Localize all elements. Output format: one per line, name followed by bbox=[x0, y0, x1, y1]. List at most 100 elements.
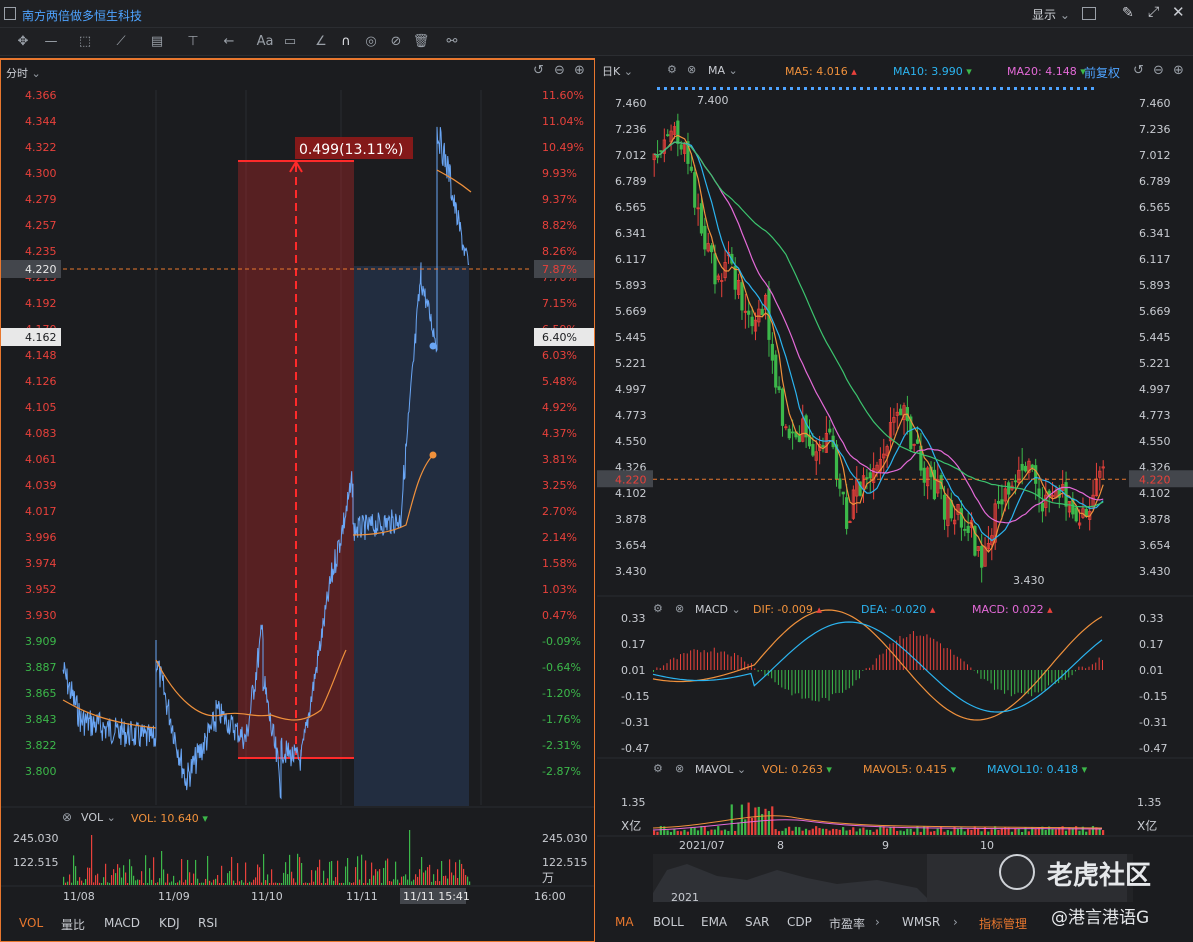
candle-body bbox=[1040, 502, 1045, 512]
marker-dot bbox=[699, 87, 702, 90]
pen-icon[interactable]: ✎ bbox=[1122, 5, 1134, 21]
candle-body bbox=[740, 282, 744, 311]
candle-body bbox=[922, 467, 926, 483]
vol-bar bbox=[349, 882, 351, 885]
macd-bar bbox=[737, 655, 739, 670]
candle-body bbox=[791, 431, 795, 434]
vol-indicator[interactable]: VOL ⌄ bbox=[81, 811, 116, 824]
level-tool-icon[interactable]: ⊤ bbox=[184, 33, 202, 51]
price-tick-label: 3.843 bbox=[25, 713, 57, 726]
vol-bar bbox=[105, 863, 107, 885]
eye-icon[interactable]: ◎ bbox=[362, 33, 380, 51]
window-icon[interactable] bbox=[4, 7, 16, 20]
tab-volume-ratio[interactable]: 量比 bbox=[61, 916, 85, 933]
mavol-bar bbox=[862, 827, 865, 835]
mavol-bar bbox=[683, 829, 686, 835]
price-tick-label: 7.236 bbox=[1139, 123, 1171, 136]
close-icon[interactable]: ✕ bbox=[1172, 3, 1185, 21]
text-tool-icon[interactable]: Aa bbox=[256, 33, 274, 51]
vol-bar bbox=[411, 881, 413, 885]
display-menu[interactable]: 显示 ⌄ bbox=[1032, 6, 1070, 23]
move-icon[interactable]: ✥ bbox=[14, 33, 32, 51]
vol-bar bbox=[293, 878, 295, 885]
expand-icon[interactable]: ⤢ bbox=[1148, 4, 1159, 20]
macd-close-icon[interactable]: ⊗ bbox=[675, 602, 684, 615]
vol-bar bbox=[219, 882, 221, 885]
vol-bar bbox=[207, 855, 209, 885]
macd-bar bbox=[831, 670, 833, 695]
mavol-bar bbox=[734, 830, 737, 835]
macd-bar bbox=[983, 670, 985, 680]
tab-cdp[interactable]: CDP bbox=[787, 915, 812, 929]
hide-icon[interactable]: ⊘ bbox=[387, 33, 405, 51]
pct-tick-label: 0.47% bbox=[542, 609, 577, 622]
date-label: 16:00 bbox=[534, 890, 566, 903]
candle-body bbox=[828, 428, 832, 433]
comment-tool-icon[interactable]: ▭ bbox=[281, 33, 299, 51]
candle-body bbox=[1030, 464, 1034, 469]
rect-tool-icon[interactable]: ⬚ bbox=[76, 33, 94, 51]
link-icon[interactable]: ⚯ bbox=[443, 33, 461, 51]
tab-ma[interactable]: MA bbox=[615, 915, 634, 929]
marker-dot bbox=[762, 87, 765, 90]
marker-dot bbox=[853, 87, 856, 90]
daily-chart[interactable]: 7.460 7.460 7.236 7.236 7.012 7.012 6.789 6.789… bbox=[597, 58, 1193, 942]
mavol-bar bbox=[899, 830, 902, 835]
tab-vol[interactable]: VOL bbox=[19, 916, 43, 930]
vol-bar bbox=[451, 872, 453, 885]
ruler-icon[interactable]: ∠ bbox=[312, 33, 330, 51]
intraday-chart[interactable]: 4.366 11.60% 4.344 11.04% 4.322 10.49% 4.300 9.… bbox=[1, 60, 594, 942]
macd-bar bbox=[990, 670, 992, 684]
macd-text: MACD: 0.022 bbox=[972, 603, 1044, 616]
tab-rsi[interactable]: RSI bbox=[198, 916, 218, 930]
macd-bar bbox=[1031, 670, 1033, 697]
vol-bar bbox=[419, 869, 421, 885]
mavol-close-icon[interactable]: ⊗ bbox=[675, 762, 684, 775]
vol-bar bbox=[377, 871, 379, 885]
vol-bar bbox=[315, 870, 317, 885]
macd-bar bbox=[885, 649, 887, 670]
vol-bar bbox=[91, 835, 93, 885]
tab-macd[interactable]: MACD bbox=[104, 916, 140, 930]
polyline-tool-icon[interactable]: ⟋ bbox=[112, 33, 130, 51]
macd-indicator[interactable]: MACD ⌄ bbox=[695, 603, 741, 616]
vol-bar bbox=[67, 881, 69, 885]
tab-sar[interactable]: SAR bbox=[745, 915, 769, 929]
vol-bar bbox=[323, 870, 325, 885]
measure-label: 0.499(13.11%) bbox=[299, 142, 403, 158]
macd-bar bbox=[1088, 666, 1090, 670]
mavol-gear-icon[interactable]: ⚙ bbox=[653, 762, 663, 775]
mavol-bar bbox=[821, 828, 824, 835]
mavol-bar bbox=[966, 829, 970, 835]
macd-bar bbox=[659, 668, 661, 670]
vol-bar bbox=[229, 871, 231, 885]
magnet-icon[interactable]: ∩ bbox=[337, 33, 355, 51]
mavol-indicator[interactable]: MAVOL ⌄ bbox=[695, 763, 746, 776]
price-tick-label: 4.773 bbox=[1139, 409, 1171, 422]
chevron-right-icon[interactable]: › bbox=[875, 915, 880, 929]
down-arrow-icon: ▾ bbox=[950, 763, 957, 776]
tab-indicator-manage[interactable]: 指标管理 bbox=[979, 915, 1027, 932]
macd-gear-icon[interactable]: ⚙ bbox=[653, 602, 663, 615]
chevron-right-icon[interactable]: › bbox=[953, 915, 958, 929]
trash-icon[interactable]: 🗑 bbox=[412, 33, 430, 51]
tab-ema[interactable]: EMA bbox=[701, 915, 727, 929]
macd-bar bbox=[909, 634, 911, 670]
layout-icon[interactable] bbox=[1082, 7, 1096, 20]
arrow-tool-icon[interactable]: ← bbox=[220, 33, 238, 51]
line-tool-icon[interactable]: — bbox=[42, 33, 60, 51]
vol-close-icon[interactable]: ⊗ bbox=[62, 810, 72, 824]
tab-pe[interactable]: 市盈率 bbox=[829, 915, 865, 932]
tab-boll[interactable]: BOLL bbox=[653, 915, 684, 929]
marker-dot bbox=[804, 87, 807, 90]
mavol-bar bbox=[771, 806, 774, 835]
mavol10-value: MAVOL10: 0.418 ▾ bbox=[987, 763, 1087, 776]
tab-wmsr[interactable]: WMSR bbox=[902, 915, 940, 929]
candle-body bbox=[676, 120, 680, 144]
marker-dot bbox=[958, 87, 961, 90]
mavol-bar bbox=[825, 828, 828, 835]
tab-kdj[interactable]: KDJ bbox=[159, 916, 180, 930]
mavol-bar bbox=[869, 829, 872, 835]
macd-bar bbox=[852, 670, 854, 686]
chart-tool-icon[interactable]: ▤ bbox=[148, 33, 166, 51]
